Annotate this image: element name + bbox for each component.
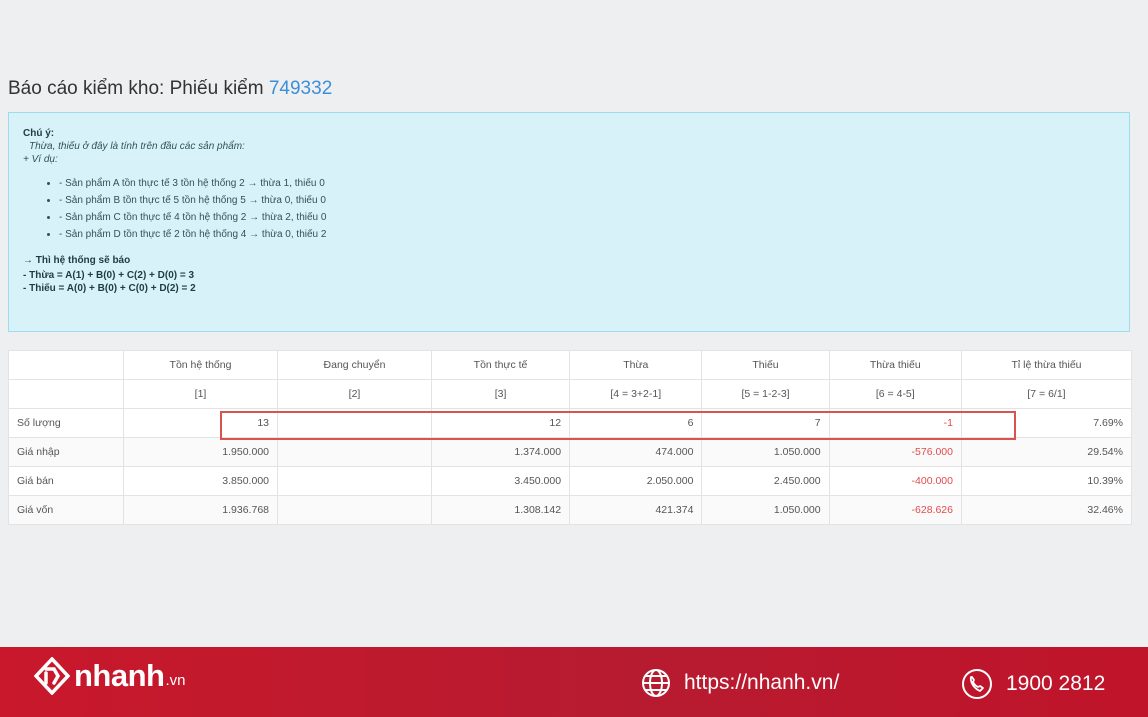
table-cell: 1.050.000 bbox=[701, 437, 830, 467]
table-cell: 12 bbox=[430, 408, 571, 438]
row-label: Giá bán bbox=[8, 466, 124, 496]
nhanh-logo-icon bbox=[34, 657, 70, 695]
note-heading: Chú ý: bbox=[23, 128, 55, 139]
note-line-1: Thừa, thiếu ở đây là tính trên đầu các s… bbox=[29, 141, 245, 152]
table-cell: 1.936.768 bbox=[123, 495, 278, 525]
example-item: - Sản phẩm B tồn thực tế 5 tồn hệ thống … bbox=[59, 192, 1115, 209]
hotline-number: 1900 2812 bbox=[1006, 672, 1106, 695]
corner-cell bbox=[8, 379, 124, 409]
table-cell: 3.850.000 bbox=[123, 466, 278, 496]
table-cell: 1.050.000 bbox=[701, 495, 830, 525]
note-line-2: + Ví dụ: bbox=[23, 154, 58, 165]
table-cell bbox=[277, 466, 432, 496]
example-list: - Sản phẩm A tồn thực tế 3 tồn hệ thống … bbox=[23, 175, 1115, 243]
summary-title: → Thì hệ thống sẽ báo bbox=[23, 255, 131, 266]
table-cell: 1.308.142 bbox=[430, 495, 571, 525]
table-cell bbox=[277, 495, 432, 525]
example-item: - Sản phẩm C tồn thực tế 4 tồn hệ thống … bbox=[59, 209, 1115, 226]
formula-cell: [4 = 3+2-1] bbox=[569, 379, 703, 409]
col-header: Đang chuyển bbox=[277, 350, 432, 380]
row-label: Giá nhập bbox=[8, 437, 124, 467]
col-header: Tỉ lệ thừa thiếu bbox=[960, 350, 1133, 380]
col-header: Thừa thiếu bbox=[828, 350, 962, 380]
col-header: Thiếu bbox=[701, 350, 830, 380]
col-header: Tồn thực tế bbox=[430, 350, 571, 380]
table-cell: 13 bbox=[123, 408, 278, 438]
phone-icon bbox=[962, 669, 992, 699]
formula-cell: [5 = 1-2-3] bbox=[701, 379, 830, 409]
brand-logo[interactable]: nhanh .vn bbox=[34, 657, 186, 695]
table-cell: 1.950.000 bbox=[123, 437, 278, 467]
row-label: Giá vốn bbox=[8, 495, 124, 525]
brand-tld: .vn bbox=[165, 671, 186, 689]
footer-banner: nhanh .vn https://nhanh.vn/ 1900 2812 bbox=[0, 647, 1148, 717]
summary-shortage: - Thiếu = A(0) + B(0) + C(0) + D(2) = 2 bbox=[23, 283, 196, 294]
formula-cell: [2] bbox=[277, 379, 432, 409]
formula-row: [1] [2] [3] [4 = 3+2-1] [5 = 1-2-3] [6 =… bbox=[8, 379, 1133, 409]
table-row: Giá bán 3.850.000 3.450.000 2.050.000 2.… bbox=[8, 466, 1133, 496]
table-cell: -576.000 bbox=[828, 437, 962, 467]
table-cell: -628.626 bbox=[828, 495, 962, 525]
table-cell: 2.050.000 bbox=[569, 466, 703, 496]
table-cell: 7 bbox=[701, 408, 830, 438]
hotline-link[interactable]: 1900 2812 bbox=[960, 667, 1105, 701]
inventory-report-table: Tồn hệ thống Đang chuyển Tồn thực tế Thừ… bbox=[8, 350, 1133, 525]
formula-cell: [6 = 4-5] bbox=[828, 379, 962, 409]
note-box: Chú ý: Thừa, thiếu ở đây là tính trên đầ… bbox=[8, 112, 1130, 332]
inventory-check-code-link[interactable]: 749332 bbox=[269, 78, 332, 99]
website-url: https://nhanh.vn/ bbox=[684, 671, 840, 694]
table-cell: 3.450.000 bbox=[430, 466, 571, 496]
row-label: Số lượng bbox=[8, 408, 124, 438]
globe-icon bbox=[642, 669, 670, 697]
table-cell: -1 bbox=[828, 408, 962, 438]
table-cell bbox=[277, 408, 432, 438]
header-row: Tồn hệ thống Đang chuyển Tồn thực tế Thừ… bbox=[8, 350, 1133, 380]
table-cell: 32.46% bbox=[960, 495, 1133, 525]
corner-cell bbox=[8, 350, 124, 380]
table-cell: 1.374.000 bbox=[430, 437, 571, 467]
table-cell: 7.69% bbox=[960, 408, 1133, 438]
example-item: - Sản phẩm A tồn thực tế 3 tồn hệ thống … bbox=[59, 175, 1115, 192]
table-cell: 474.000 bbox=[569, 437, 703, 467]
formula-cell: [3] bbox=[430, 379, 571, 409]
table-row: Giá nhập 1.950.000 1.374.000 474.000 1.0… bbox=[8, 437, 1133, 467]
table-row: Giá vốn 1.936.768 1.308.142 421.374 1.05… bbox=[8, 495, 1133, 525]
page-title: Báo cáo kiểm kho: Phiếu kiểm 749332 bbox=[8, 78, 332, 100]
brand-name: nhanh bbox=[74, 658, 165, 693]
summary-surplus: - Thừa = A(1) + B(0) + C(2) + D(0) = 3 bbox=[23, 270, 195, 281]
table-cell: 29.54% bbox=[960, 437, 1133, 467]
table-row: Số lượng 13 12 6 7 -1 7.69% bbox=[8, 408, 1133, 438]
website-link[interactable]: https://nhanh.vn/ bbox=[640, 667, 839, 699]
formula-cell: [1] bbox=[123, 379, 278, 409]
table-cell: 10.39% bbox=[960, 466, 1133, 496]
col-header: Tồn hệ thống bbox=[123, 350, 278, 380]
table-cell: -400.000 bbox=[828, 466, 962, 496]
table-cell: 2.450.000 bbox=[701, 466, 830, 496]
table-cell: 6 bbox=[569, 408, 703, 438]
table-cell: 421.374 bbox=[569, 495, 703, 525]
col-header: Thừa bbox=[569, 350, 703, 380]
table-cell bbox=[277, 437, 432, 467]
formula-cell: [7 = 6/1] bbox=[960, 379, 1133, 409]
page-title-text: Báo cáo kiểm kho: Phiếu kiểm bbox=[8, 78, 264, 99]
example-item: - Sản phẩm D tồn thực tế 2 tồn hệ thống … bbox=[59, 226, 1115, 243]
